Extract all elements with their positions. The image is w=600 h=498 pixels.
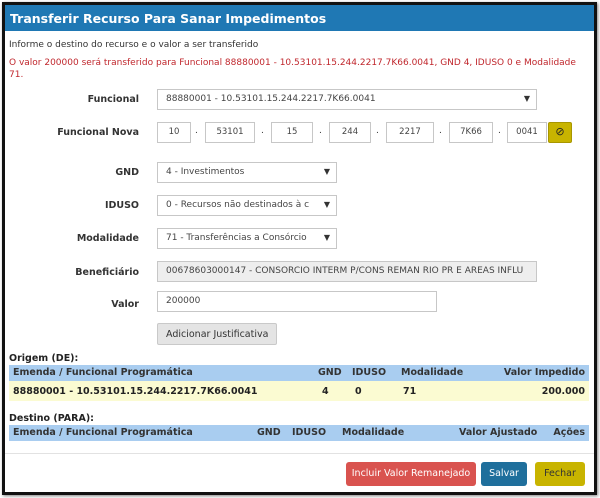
- funcional-nova-label: Funcional Nova: [57, 127, 139, 138]
- valor-label: Valor: [111, 299, 139, 310]
- segment-dot: .: [261, 126, 264, 136]
- incluir-valor-button[interactable]: Incluir Valor Remanejado: [346, 462, 476, 486]
- destino-col-gnd: GND: [257, 427, 281, 438]
- segment-dot: .: [439, 126, 442, 136]
- funcional-nova-segment-6[interactable]: 7K66: [449, 122, 493, 143]
- modalidade-select-value: 71 - Transferências a Consórcio: [166, 233, 307, 243]
- origem-cell-modalidade: 71: [403, 386, 417, 397]
- ban-icon: ⊘: [555, 125, 565, 138]
- valor-input[interactable]: 200000: [157, 291, 437, 312]
- chevron-down-icon: ▼: [323, 167, 330, 176]
- origem-cell-valor: 200.000: [541, 386, 585, 397]
- segment-dot: .: [195, 126, 198, 136]
- info-text: Informe o destino do recurso e o valor a…: [9, 40, 259, 50]
- modal-title: Transferir Recurso Para Sanar Impediment…: [5, 5, 594, 31]
- origem-title: Origem (DE):: [9, 353, 79, 364]
- modalidade-select[interactable]: 71 - Transferências a Consórcio ▼: [157, 228, 337, 249]
- origem-cell-emenda: 88880001 - 10.53101.15.244.2217.7K66.004…: [13, 386, 258, 397]
- modal-dialog: Transferir Recurso Para Sanar Impediment…: [2, 2, 597, 495]
- gnd-select[interactable]: 4 - Investimentos ▼: [157, 162, 337, 183]
- segment-dot: .: [498, 126, 501, 136]
- segment-dot: .: [319, 126, 322, 136]
- warning-text: O valor 200000 será transferido para Fun…: [9, 58, 576, 80]
- origem-col-modalidade: Modalidade: [401, 367, 464, 378]
- funcional-nova-segment-5[interactable]: 2217: [386, 122, 434, 143]
- salvar-button[interactable]: Salvar: [481, 462, 527, 486]
- modalidade-label: Modalidade: [76, 233, 139, 244]
- iduso-select[interactable]: 0 - Recursos não destinados à c ▼: [157, 195, 337, 216]
- chevron-down-icon: ▼: [523, 94, 530, 103]
- chevron-down-icon: ▼: [323, 233, 330, 242]
- origem-table-header: Emenda / Funcional Programática GND IDUS…: [9, 365, 589, 381]
- destino-col-iduso: IDUSO: [292, 427, 327, 438]
- origem-cell-iduso: 0: [355, 386, 362, 397]
- destino-col-modalidade: Modalidade: [342, 427, 405, 438]
- origem-col-iduso: IDUSO: [352, 367, 387, 378]
- iduso-label: IDUSO: [104, 200, 139, 211]
- funcional-select-value: 88880001 - 10.53101.15.244.2217.7K66.004…: [166, 94, 376, 104]
- table-row: 88880001 - 10.53101.15.244.2217.7K66.004…: [9, 381, 589, 401]
- funcional-nova-segment-4[interactable]: 244: [329, 122, 371, 143]
- iduso-select-value: 0 - Recursos não destinados à c: [166, 200, 310, 210]
- destino-title: Destino (PARA):: [9, 413, 94, 424]
- segment-dot: .: [376, 126, 379, 136]
- footer-divider: [5, 453, 594, 454]
- destino-col-emenda: Emenda / Funcional Programática: [13, 427, 193, 438]
- fechar-button[interactable]: Fechar: [535, 462, 585, 486]
- funcional-nova-segment-1[interactable]: 10: [157, 122, 191, 143]
- origem-col-valor: Valor Impedido: [503, 367, 585, 378]
- gnd-select-value: 4 - Investimentos: [166, 167, 245, 177]
- add-justificativa-button[interactable]: Adicionar Justificativa: [157, 323, 278, 345]
- origem-cell-gnd: 4: [322, 386, 329, 397]
- origem-col-gnd: GND: [318, 367, 342, 378]
- destino-table-header: Emenda / Funcional Programática GND IDUS…: [9, 425, 589, 441]
- funcional-label: Funcional: [87, 94, 139, 105]
- funcional-nova-segment-3[interactable]: 15: [271, 122, 313, 143]
- chevron-down-icon: ▼: [323, 200, 330, 209]
- gnd-label: GND: [115, 167, 139, 178]
- destino-col-acoes: Ações: [553, 427, 585, 438]
- clear-funcional-button[interactable]: ⊘: [548, 122, 572, 143]
- funcional-select[interactable]: 88880001 - 10.53101.15.244.2217.7K66.004…: [157, 89, 537, 110]
- beneficiario-field: 00678603000147 - CONSORCIO INTERM P/CONS…: [157, 261, 537, 282]
- beneficiario-label: Beneficiário: [75, 267, 139, 278]
- destino-col-valor: Valor Ajustado: [459, 427, 538, 438]
- funcional-nova-segment-2[interactable]: 53101: [205, 122, 255, 143]
- origem-col-emenda: Emenda / Funcional Programática: [13, 367, 193, 378]
- funcional-nova-segment-7[interactable]: 0041: [507, 122, 547, 143]
